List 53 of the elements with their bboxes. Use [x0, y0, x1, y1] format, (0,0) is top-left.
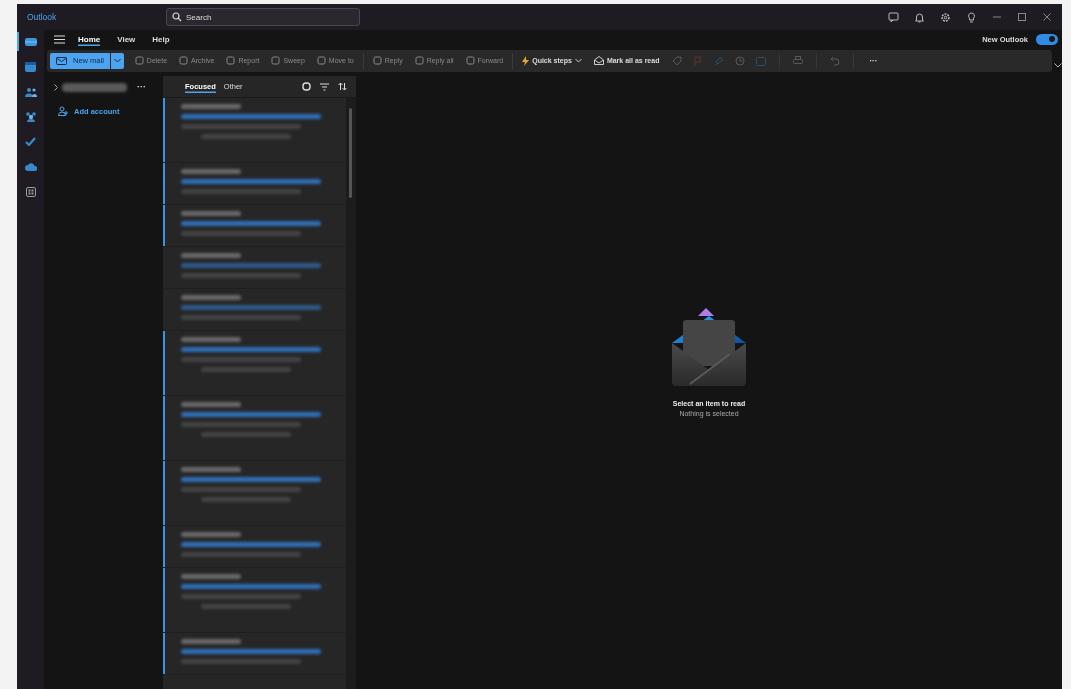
menu-icon[interactable]	[54, 34, 65, 44]
open-envelope-icon	[593, 56, 604, 65]
dropdown-button[interactable]	[110, 52, 124, 69]
toolbar-icon	[465, 56, 475, 65]
more-button[interactable]: ···	[864, 52, 883, 69]
blurred-message[interactable]	[163, 396, 346, 461]
person-add-icon	[58, 106, 68, 116]
toolbar-icon	[414, 56, 424, 65]
cloud-icon	[24, 162, 37, 171]
chevron-down-icon	[574, 58, 582, 63]
blurred-message[interactable]	[163, 461, 346, 526]
envelope-icon	[56, 56, 67, 65]
blurred-message[interactable]	[163, 633, 346, 675]
toolbar-icon	[134, 56, 144, 65]
search-icon	[172, 12, 182, 22]
bell-icon[interactable]	[914, 11, 925, 23]
chevron-down-icon[interactable]	[1054, 63, 1062, 68]
blurred-message[interactable]	[163, 568, 346, 633]
toolbar-icon	[372, 56, 382, 65]
chevron-down-icon	[113, 58, 121, 63]
select-icon[interactable]	[302, 82, 311, 91]
toolbar-icon	[226, 56, 236, 65]
ribbon-tab[interactable]: View	[117, 32, 136, 46]
chevron-right-icon[interactable]	[54, 83, 58, 91]
filter-icon[interactable]	[320, 82, 329, 91]
groups-icon	[24, 111, 37, 122]
lightbulb-icon[interactable]	[966, 11, 977, 23]
blurred-message[interactable]	[163, 98, 346, 163]
settings-icon[interactable]	[940, 11, 951, 23]
checkmark-icon	[25, 137, 36, 146]
close-icon[interactable]	[1042, 12, 1052, 22]
app-title: Outlook	[27, 12, 58, 22]
chat-icon[interactable]	[888, 11, 899, 23]
apps-icon	[25, 186, 36, 197]
people-icon	[24, 86, 37, 97]
blurred-message[interactable]	[163, 163, 346, 205]
toolbar-icon	[271, 56, 281, 65]
blurred-message[interactable]	[163, 526, 346, 568]
lightning-icon	[522, 55, 530, 66]
ribbon-tab[interactable]: Home	[78, 32, 101, 46]
more-button[interactable]: ···	[137, 82, 146, 92]
maximize-icon[interactable]	[1017, 12, 1027, 22]
mail-icon	[24, 36, 37, 47]
scrollbar[interactable]	[346, 98, 356, 689]
toolbar-icon	[179, 56, 189, 65]
blurred-message[interactable]	[163, 331, 346, 396]
toggle-switch[interactable]	[1036, 33, 1058, 45]
search-field[interactable]: Search	[166, 8, 360, 26]
toolbar-icon	[316, 56, 326, 65]
ribbon-tab[interactable]: Help	[152, 32, 170, 46]
sort-icon[interactable]	[338, 82, 347, 91]
blurred-message[interactable]	[163, 205, 346, 247]
calendar-icon	[25, 61, 36, 72]
